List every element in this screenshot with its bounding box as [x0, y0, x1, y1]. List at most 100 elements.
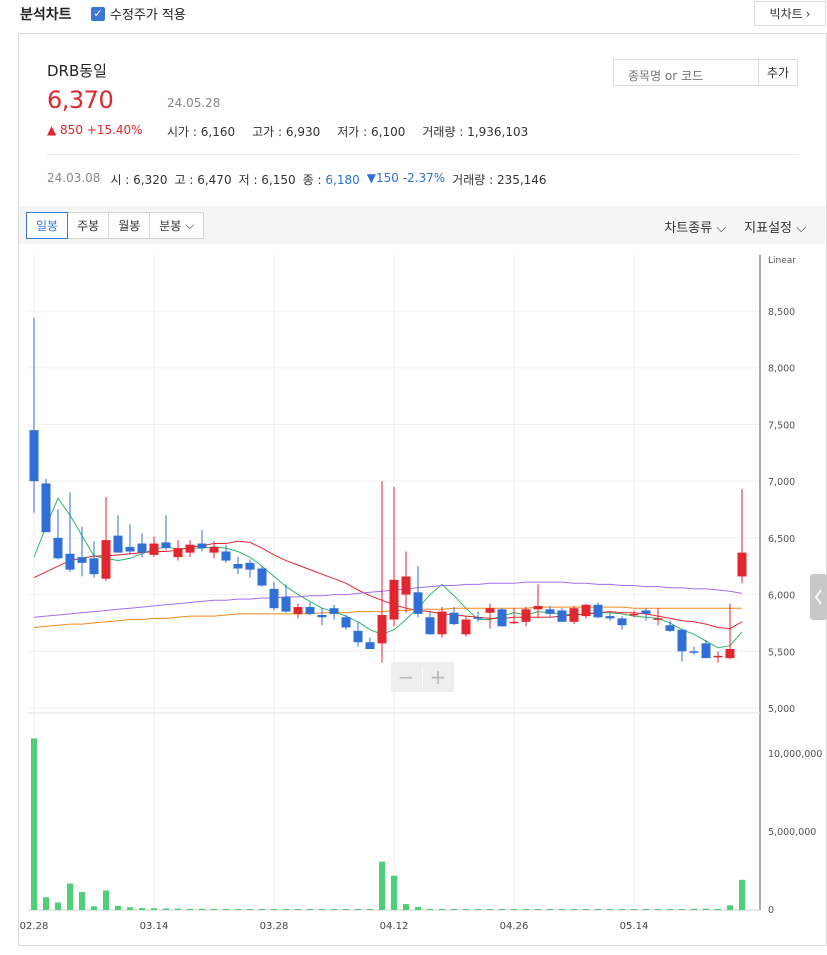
volume-bar	[439, 909, 445, 910]
candle-body	[545, 609, 555, 614]
candle-body	[605, 616, 615, 619]
candle	[485, 603, 495, 629]
volume-bar	[247, 909, 253, 910]
price-tick-label: 5,000	[768, 704, 795, 715]
moving-average-line-ma60	[33, 606, 742, 628]
candle-body	[125, 546, 135, 552]
volume-bar	[235, 909, 241, 910]
candle	[545, 605, 555, 618]
candle-body	[449, 612, 459, 625]
candle-body	[269, 588, 279, 609]
zoom-in-button[interactable]: +	[430, 665, 447, 689]
candle	[113, 515, 123, 553]
volume-bar	[739, 879, 745, 910]
candle	[293, 603, 303, 619]
x-tick-label: 04.12	[380, 921, 409, 932]
candle-body	[173, 548, 183, 558]
candle-body	[641, 610, 651, 614]
candle-body	[509, 621, 519, 624]
candle-body	[89, 558, 99, 575]
candle	[305, 602, 315, 615]
volume-bar	[91, 906, 97, 910]
candle	[53, 509, 63, 560]
volume-bar	[667, 909, 673, 910]
candle-body	[53, 537, 63, 559]
side-panel-handle	[810, 574, 827, 620]
zoom-out-button[interactable]: −	[398, 665, 415, 689]
candle	[77, 526, 87, 577]
side-panel-toggle[interactable]	[810, 574, 827, 620]
scale-label: Linear	[768, 256, 796, 266]
volume-bar	[175, 908, 181, 910]
candle	[509, 608, 519, 625]
volume-bar	[307, 909, 313, 910]
candle-body	[161, 542, 171, 549]
volume-bar	[139, 907, 145, 910]
candle-body	[293, 607, 303, 614]
x-tick-label: 04.26	[500, 921, 529, 932]
candle	[317, 608, 327, 626]
candle	[449, 607, 459, 626]
candle	[329, 604, 339, 620]
volume-bar	[187, 908, 193, 910]
candle-body	[725, 649, 735, 659]
volume-bar	[79, 892, 85, 910]
candle	[89, 541, 99, 578]
candle-body	[665, 625, 675, 631]
candle-body	[389, 579, 399, 620]
price-chart[interactable]: Linear 5,000 5,500 6,000 6,500 7,000 7,500 8,00…	[0, 0, 827, 955]
price-tick-label: 5,500	[768, 647, 795, 658]
candle-body	[581, 604, 591, 617]
candle-body	[185, 544, 195, 553]
candle-body	[473, 617, 483, 619]
price-tick-label: 8,000	[768, 364, 795, 375]
volume-bar	[583, 909, 589, 910]
candle-body	[149, 543, 159, 555]
volume-bar	[103, 890, 109, 910]
volume-tick-label: 5,000,000	[768, 827, 816, 838]
candle	[29, 317, 39, 513]
volume-bar	[499, 909, 505, 910]
candle	[677, 628, 687, 662]
candle-body	[341, 617, 351, 628]
volume-bar	[643, 909, 649, 910]
candle-body	[713, 655, 723, 658]
candle-body	[197, 543, 207, 549]
volume-bar	[475, 909, 481, 910]
candle	[245, 559, 255, 578]
candle-body	[209, 546, 219, 553]
candle	[689, 646, 699, 655]
candle-body	[533, 605, 543, 610]
candle-body	[257, 568, 267, 586]
volume-bar	[271, 909, 277, 910]
candle-body	[689, 651, 699, 653]
volume-bar	[403, 904, 409, 910]
volume-bar	[31, 738, 37, 910]
candle-body	[281, 596, 291, 612]
volume-bar	[511, 909, 517, 910]
volume-bar	[427, 908, 433, 910]
candle	[437, 607, 447, 638]
x-tick-label: 02.28	[20, 921, 49, 932]
candle-body	[101, 540, 111, 579]
tab-daily[interactable]: 일봉	[26, 212, 69, 239]
volume-bar	[163, 908, 169, 910]
volume-bar	[547, 909, 553, 910]
volume-bar	[487, 909, 493, 910]
volume-bar	[115, 905, 121, 910]
candle	[557, 608, 567, 622]
candle	[173, 540, 183, 561]
volume-bar	[727, 905, 733, 910]
price-tick-label: 6,500	[768, 534, 795, 545]
candle-body	[485, 608, 495, 613]
volume-bar	[535, 909, 541, 910]
candle-body	[137, 543, 147, 553]
price-tick-label: 7,500	[768, 420, 795, 431]
volume-bar	[415, 906, 421, 910]
x-tick-label: 03.28	[260, 921, 289, 932]
candle	[65, 492, 75, 572]
candle-body	[593, 604, 603, 618]
candle	[725, 603, 735, 660]
candle-body	[29, 430, 39, 482]
volume-bar	[295, 909, 301, 910]
